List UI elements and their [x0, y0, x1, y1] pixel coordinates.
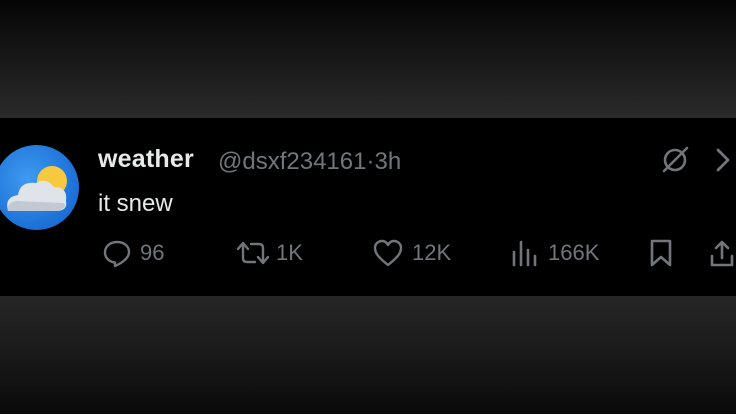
repost-button[interactable]: 1K — [234, 238, 303, 268]
repost-count: 1K — [276, 240, 303, 265]
like-count: 12K — [412, 240, 452, 265]
tweet-card[interactable]: weather @dsxf234161·3h it snew 96 1K 12K — [0, 118, 736, 296]
share-icon — [710, 240, 734, 267]
chevron-right-icon[interactable] — [712, 146, 736, 174]
avatar[interactable] — [0, 145, 79, 230]
views-button[interactable]: 166K — [510, 238, 599, 268]
views-icon — [512, 240, 537, 267]
share-button[interactable] — [708, 238, 736, 268]
weather-cloud-sun-icon — [7, 166, 67, 211]
repost-icon — [236, 241, 270, 265]
heart-icon — [373, 239, 403, 267]
handle[interactable]: @dsxf234161 — [218, 148, 366, 175]
screenshot-top-backdrop — [0, 0, 736, 118]
reply-button[interactable]: 96 — [102, 238, 164, 268]
view-count: 166K — [548, 240, 600, 265]
tweet-text: it snew — [98, 190, 173, 217]
display-name[interactable]: weather — [98, 145, 194, 174]
like-button[interactable]: 12K — [372, 238, 451, 268]
timestamp[interactable]: 3h — [374, 148, 401, 175]
tweet-meta: @dsxf234161·3h — [218, 148, 401, 176]
bookmark-button[interactable] — [648, 238, 674, 268]
reply-icon — [103, 240, 131, 268]
bookmark-icon — [650, 239, 672, 267]
screenshot-bottom-backdrop — [0, 296, 736, 414]
grok-icon[interactable] — [660, 145, 690, 175]
reply-count: 96 — [140, 240, 165, 265]
